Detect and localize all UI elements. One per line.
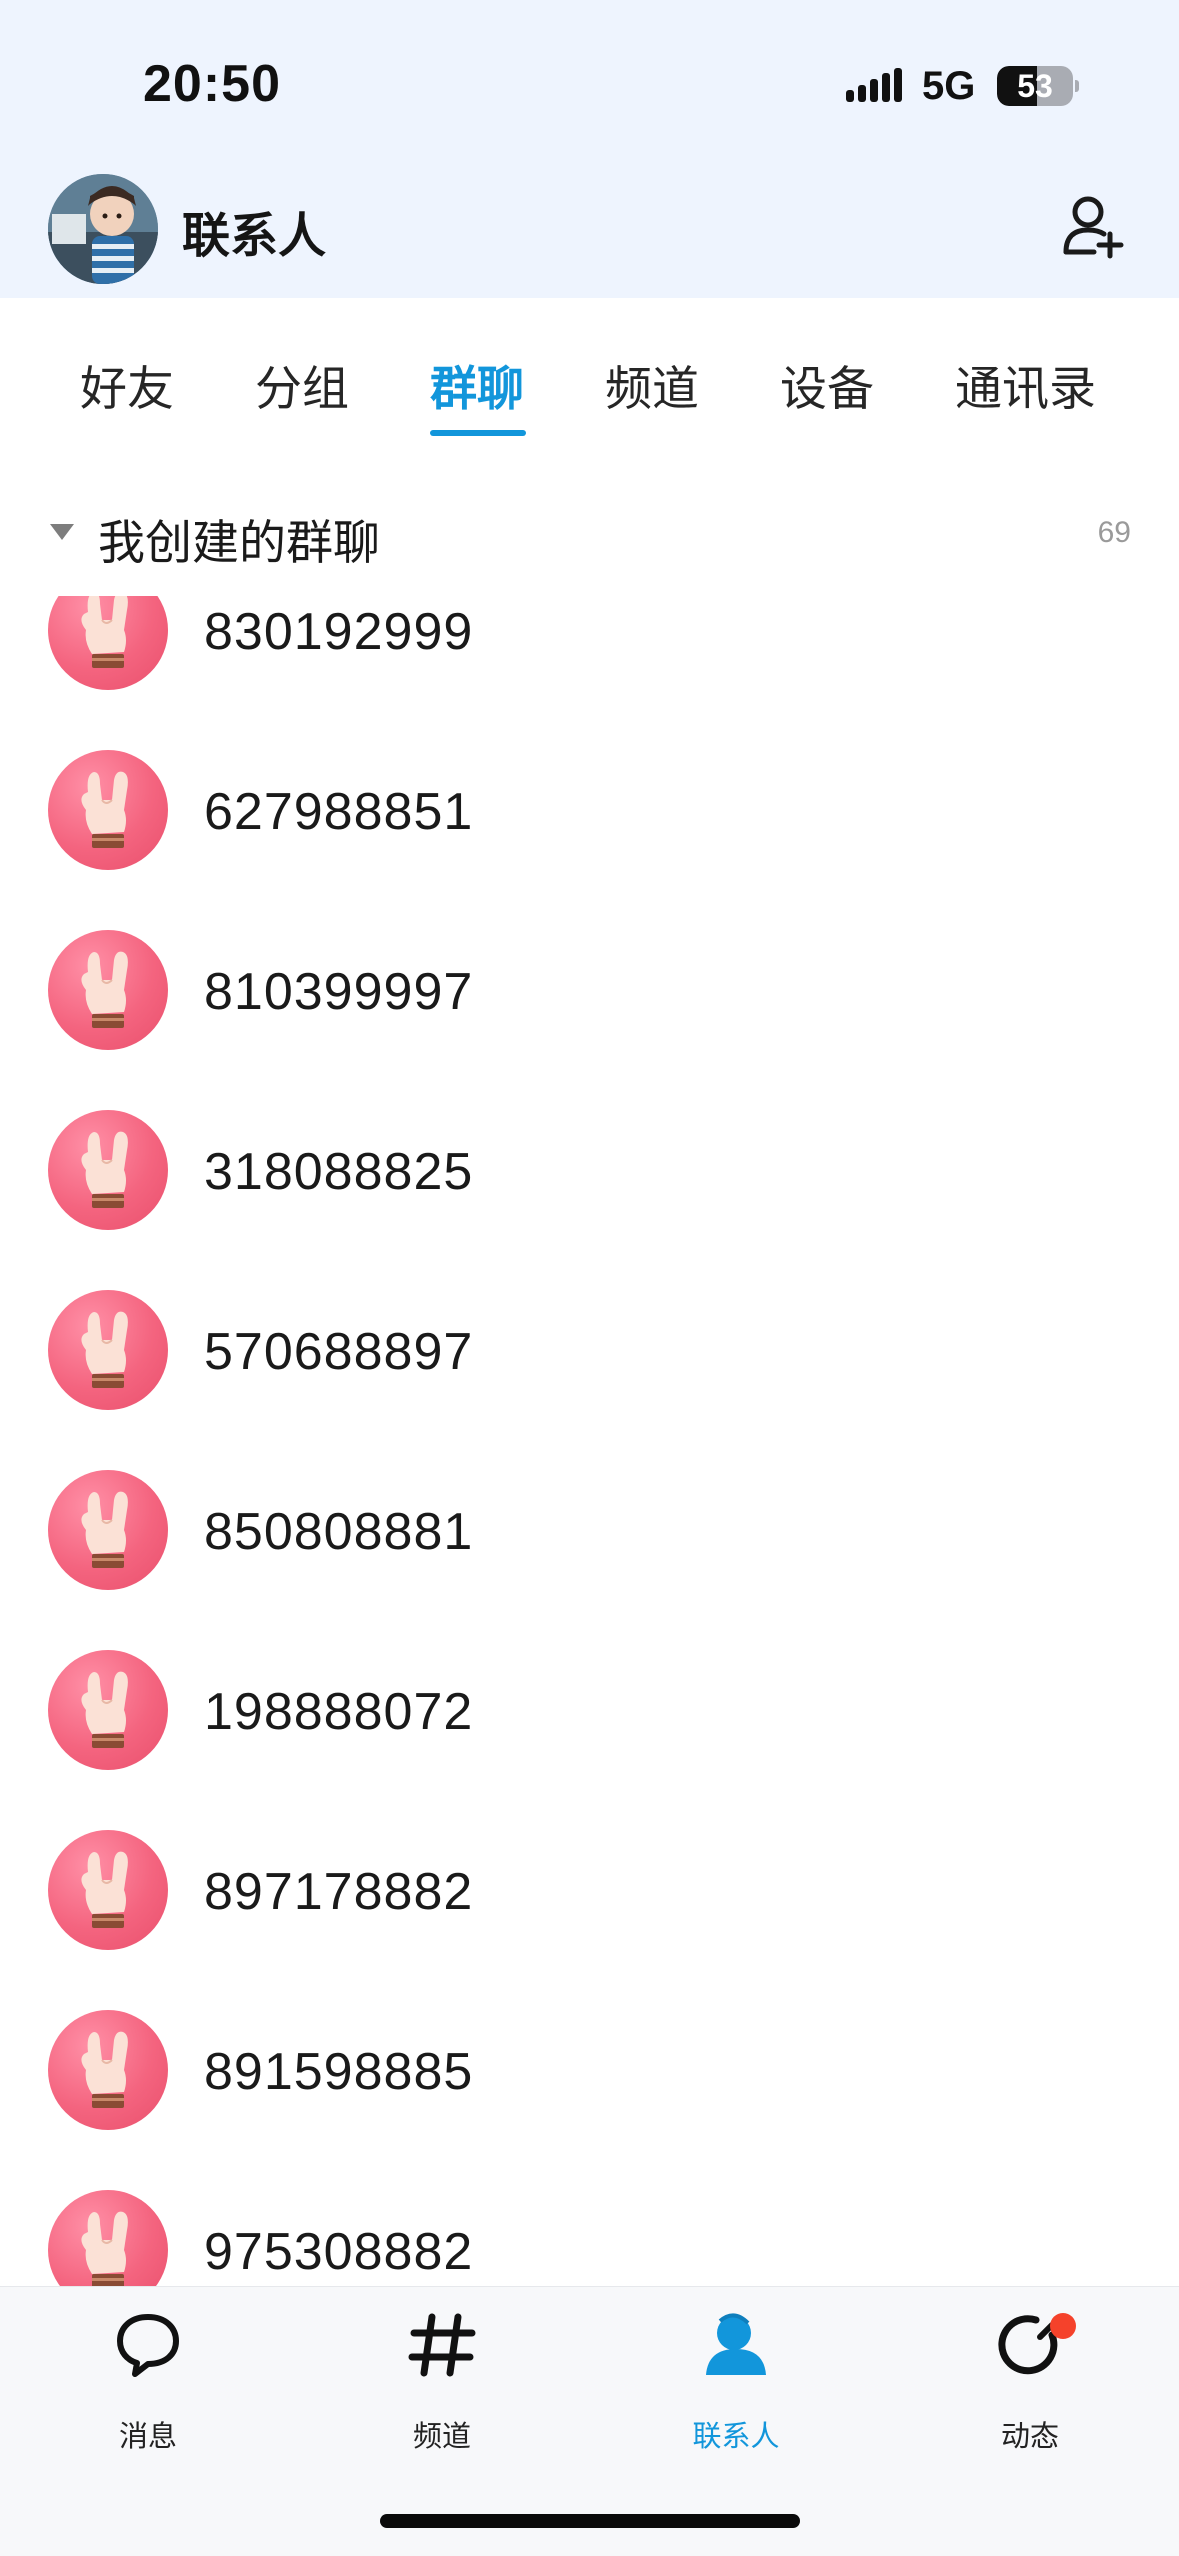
nav-contacts[interactable]: 联系人: [636, 2311, 836, 2453]
group-avatar: [48, 2010, 168, 2130]
group-name: 897178882: [204, 1863, 474, 1921]
section-header-created-groups[interactable]: 我创建的群聊 69: [0, 498, 1179, 571]
group-name: 975308882: [204, 2223, 474, 2281]
group-avatar: [48, 596, 168, 690]
page-title: 联系人: [182, 208, 327, 264]
group-list-item[interactable]: 627988851: [0, 720, 1179, 900]
group-list-item[interactable]: 830192999: [0, 596, 1179, 720]
network-type: 5G: [922, 64, 976, 108]
group-list-item[interactable]: 975308882: [0, 2160, 1179, 2286]
group-name: 891598885: [204, 2043, 474, 2101]
battery-icon: 53: [997, 66, 1079, 106]
tab-groups[interactable]: 分组: [255, 350, 349, 419]
tab-friends[interactable]: 好友: [80, 350, 174, 419]
group-list-item[interactable]: 570688897: [0, 1260, 1179, 1440]
home-indicator: [380, 2514, 800, 2528]
rock-hand-icon: [81, 1131, 128, 1208]
rock-hand-icon: [81, 1671, 128, 1748]
group-avatar: [48, 1650, 168, 1770]
nav-messages[interactable]: 消息: [48, 2311, 248, 2453]
rock-hand-icon: [81, 771, 128, 848]
group-name: 830192999: [204, 603, 474, 661]
nav-channels[interactable]: 频道: [342, 2311, 542, 2453]
profile-avatar[interactable]: [48, 174, 158, 284]
message-bubble-icon: [117, 2314, 179, 2377]
rock-hand-icon: [81, 2211, 128, 2286]
tab-devices[interactable]: 设备: [780, 350, 874, 419]
group-avatar: [48, 1470, 168, 1590]
group-list-item[interactable]: 318088825: [0, 1080, 1179, 1260]
group-avatar: [48, 1830, 168, 1950]
group-avatar: [48, 1110, 168, 1230]
rock-hand-icon: [81, 1491, 128, 1568]
rock-hand-icon: [81, 2031, 128, 2108]
contacts-person-icon: [706, 2313, 766, 2375]
group-list-item[interactable]: 891598885: [0, 1980, 1179, 2160]
section-title: 我创建的群聊: [98, 516, 380, 571]
rock-hand-icon: [81, 951, 128, 1028]
nav-label-channels: 频道: [412, 2419, 471, 2453]
group-name: 850808881: [204, 1503, 474, 1561]
group-list-item[interactable]: 850808881: [0, 1440, 1179, 1620]
top-header-area: 20:50 5G 53 联系人: [0, 0, 1179, 298]
group-avatar: [48, 750, 168, 870]
status-time: 20:50: [143, 55, 281, 113]
group-name: 570688897: [204, 1323, 474, 1381]
person-add-icon: [1063, 196, 1124, 259]
tab-channels[interactable]: 频道: [605, 350, 699, 419]
active-tab-indicator: [430, 430, 526, 436]
group-list[interactable]: 830192999 627988851 810399997 318088825 …: [0, 596, 1179, 2286]
group-avatar: [48, 2190, 168, 2286]
nav-dynamic[interactable]: 动态: [930, 2311, 1130, 2453]
hash-icon: [408, 2313, 476, 2377]
group-name: 627988851: [204, 783, 474, 841]
group-avatar: [48, 930, 168, 1050]
group-list-item[interactable]: 810399997: [0, 900, 1179, 1080]
rock-hand-icon: [81, 1851, 128, 1928]
group-name: 198888072: [204, 1683, 474, 1741]
rock-hand-icon: [81, 1311, 128, 1388]
tab-address-book[interactable]: 通讯录: [955, 350, 1096, 419]
group-list-item[interactable]: 198888072: [0, 1620, 1179, 1800]
battery-level-text: 53: [1017, 68, 1053, 104]
group-list-item[interactable]: 897178882: [0, 1800, 1179, 1980]
add-contact-button[interactable]: [1058, 190, 1130, 262]
caret-down-icon: [50, 524, 74, 540]
group-name: 318088825: [204, 1143, 474, 1201]
nav-label-contacts: 联系人: [692, 2419, 780, 2453]
group-name: 810399997: [204, 963, 474, 1021]
nav-label-messages: 消息: [118, 2419, 177, 2453]
rock-hand-icon: [81, 596, 128, 668]
section-count: 69: [1097, 516, 1131, 549]
tab-group-chats[interactable]: 群聊: [430, 350, 524, 419]
group-avatar: [48, 1290, 168, 1410]
notification-badge-dot: [1050, 2313, 1076, 2339]
nav-label-dynamic: 动态: [1000, 2419, 1059, 2453]
contact-tabs: 好友 分组 群聊 频道 设备 通讯录: [0, 298, 1179, 448]
signal-strength-icon: [846, 68, 902, 102]
